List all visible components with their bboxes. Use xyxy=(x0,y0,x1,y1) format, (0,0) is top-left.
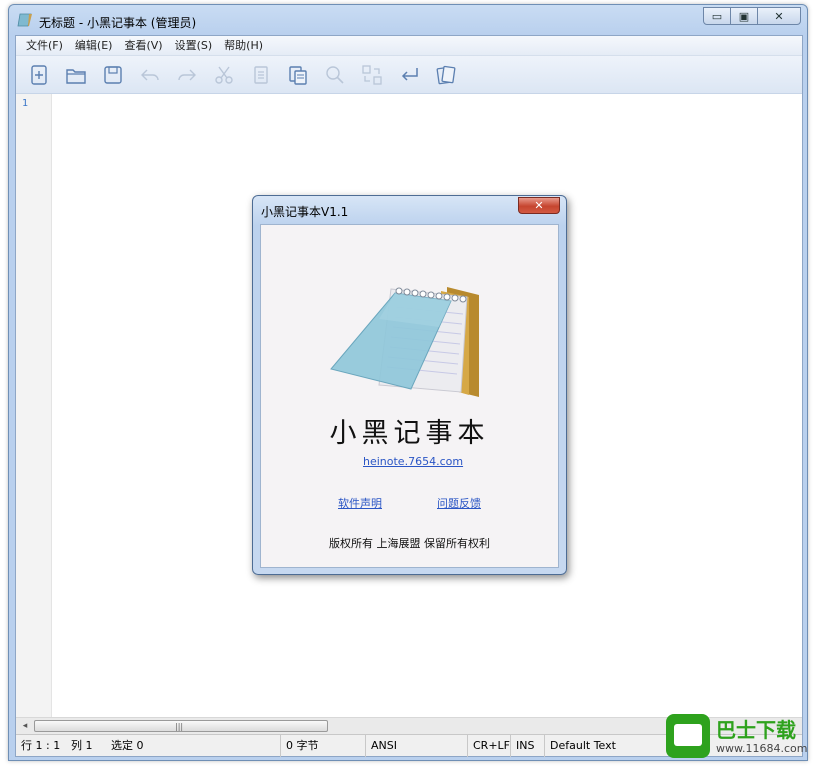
replace-icon xyxy=(362,64,382,85)
copy-button[interactable] xyxy=(246,61,276,89)
license-link[interactable]: 软件声明 xyxy=(338,495,382,511)
line-number: 1 xyxy=(22,98,29,109)
status-position: 行 1 : 1 xyxy=(21,739,61,752)
maximize-button[interactable]: ▣ xyxy=(730,7,758,25)
cut-icon xyxy=(215,66,233,84)
window-title: 无标题 - 小黑记事本 (管理员) xyxy=(39,16,197,30)
menu-help[interactable]: 帮助(H) xyxy=(218,36,269,56)
copyright-text: 版权所有 上海展盟 保留所有权利 xyxy=(329,537,490,550)
status-bytes: 0 字节 xyxy=(281,735,366,757)
watermark-brand: 巴士下载 xyxy=(716,718,796,742)
about-dialog-body: 小黑记事本 heinote.7654.com 软件声明 问题反馈 版权所有 上海… xyxy=(260,224,559,568)
menu-bar: 文件(F) 编辑(E) 查看(V) 设置(S) 帮助(H) xyxy=(16,36,802,56)
about-dialog: 小黑记事本V1.1 ✕ 小黑记事本 heinote.7654.com 软件声明 … xyxy=(252,195,567,575)
scrollbar-thumb[interactable]: ||| xyxy=(34,720,328,732)
line-number-gutter: 1 xyxy=(16,94,52,717)
watermark-logo-icon xyxy=(666,714,710,758)
about-close-button[interactable]: ✕ xyxy=(518,197,560,214)
website-link[interactable]: heinote.7654.com xyxy=(363,455,463,468)
minimize-button[interactable]: ▭ xyxy=(703,7,731,25)
status-text-type: Default Text xyxy=(550,739,616,752)
open-folder-icon xyxy=(66,68,86,84)
save-icon xyxy=(104,65,122,84)
close-icon: ✕ xyxy=(534,199,544,212)
undo-icon xyxy=(141,69,159,80)
about-app-name: 小黑记事本 xyxy=(329,418,490,449)
scroll-left-icon[interactable]: ◂ xyxy=(17,719,33,733)
find-button[interactable] xyxy=(320,61,350,89)
wrap-icon xyxy=(401,67,418,81)
redo-button[interactable] xyxy=(172,61,202,89)
close-icon: ✕ xyxy=(774,9,784,23)
about-dialog-title: 小黑记事本V1.1 xyxy=(261,205,349,219)
open-button[interactable] xyxy=(61,61,91,89)
notepad-logo-icon xyxy=(330,287,479,397)
theme-button[interactable] xyxy=(431,61,461,89)
maximize-icon: ▣ xyxy=(738,9,750,23)
status-encoding: ANSI xyxy=(366,735,468,757)
wrap-button[interactable] xyxy=(394,61,424,89)
scrollbar-grip: ||| xyxy=(175,722,184,731)
find-icon xyxy=(326,65,344,84)
replace-button[interactable] xyxy=(357,61,387,89)
minimize-icon: ▭ xyxy=(711,9,723,23)
status-column: 列 1 xyxy=(71,739,93,752)
redo-icon xyxy=(178,69,196,80)
watermark-url: www.11684.com xyxy=(716,742,808,755)
paste-button[interactable] xyxy=(283,61,313,89)
site-watermark: 巴士下载 www.11684.com xyxy=(662,708,814,764)
menu-settings[interactable]: 设置(S) xyxy=(169,36,219,56)
theme-icon xyxy=(436,65,456,84)
status-insert-mode: INS xyxy=(511,735,545,757)
caption-buttons: ▭ ▣ ✕ xyxy=(703,7,801,25)
menu-view[interactable]: 查看(V) xyxy=(118,36,168,56)
toolbar xyxy=(16,56,802,94)
status-selection: 选定 0 xyxy=(106,735,281,757)
close-button[interactable]: ✕ xyxy=(757,7,801,25)
title-bar[interactable]: 无标题 - 小黑记事本 (管理员) ▭ ▣ ✕ xyxy=(9,5,807,35)
new-file-icon xyxy=(31,64,47,85)
status-line-ending: CR+LF xyxy=(468,735,511,757)
cut-button[interactable] xyxy=(209,61,239,89)
menu-file[interactable]: 文件(F) xyxy=(20,36,69,56)
copy-icon xyxy=(254,65,268,84)
menu-edit[interactable]: 编辑(E) xyxy=(69,36,119,56)
new-file-button[interactable] xyxy=(24,61,54,89)
paste-icon xyxy=(289,65,307,85)
save-button[interactable] xyxy=(98,61,128,89)
feedback-link[interactable]: 问题反馈 xyxy=(437,495,481,511)
notepad-app-icon xyxy=(17,13,32,27)
undo-button[interactable] xyxy=(135,61,165,89)
